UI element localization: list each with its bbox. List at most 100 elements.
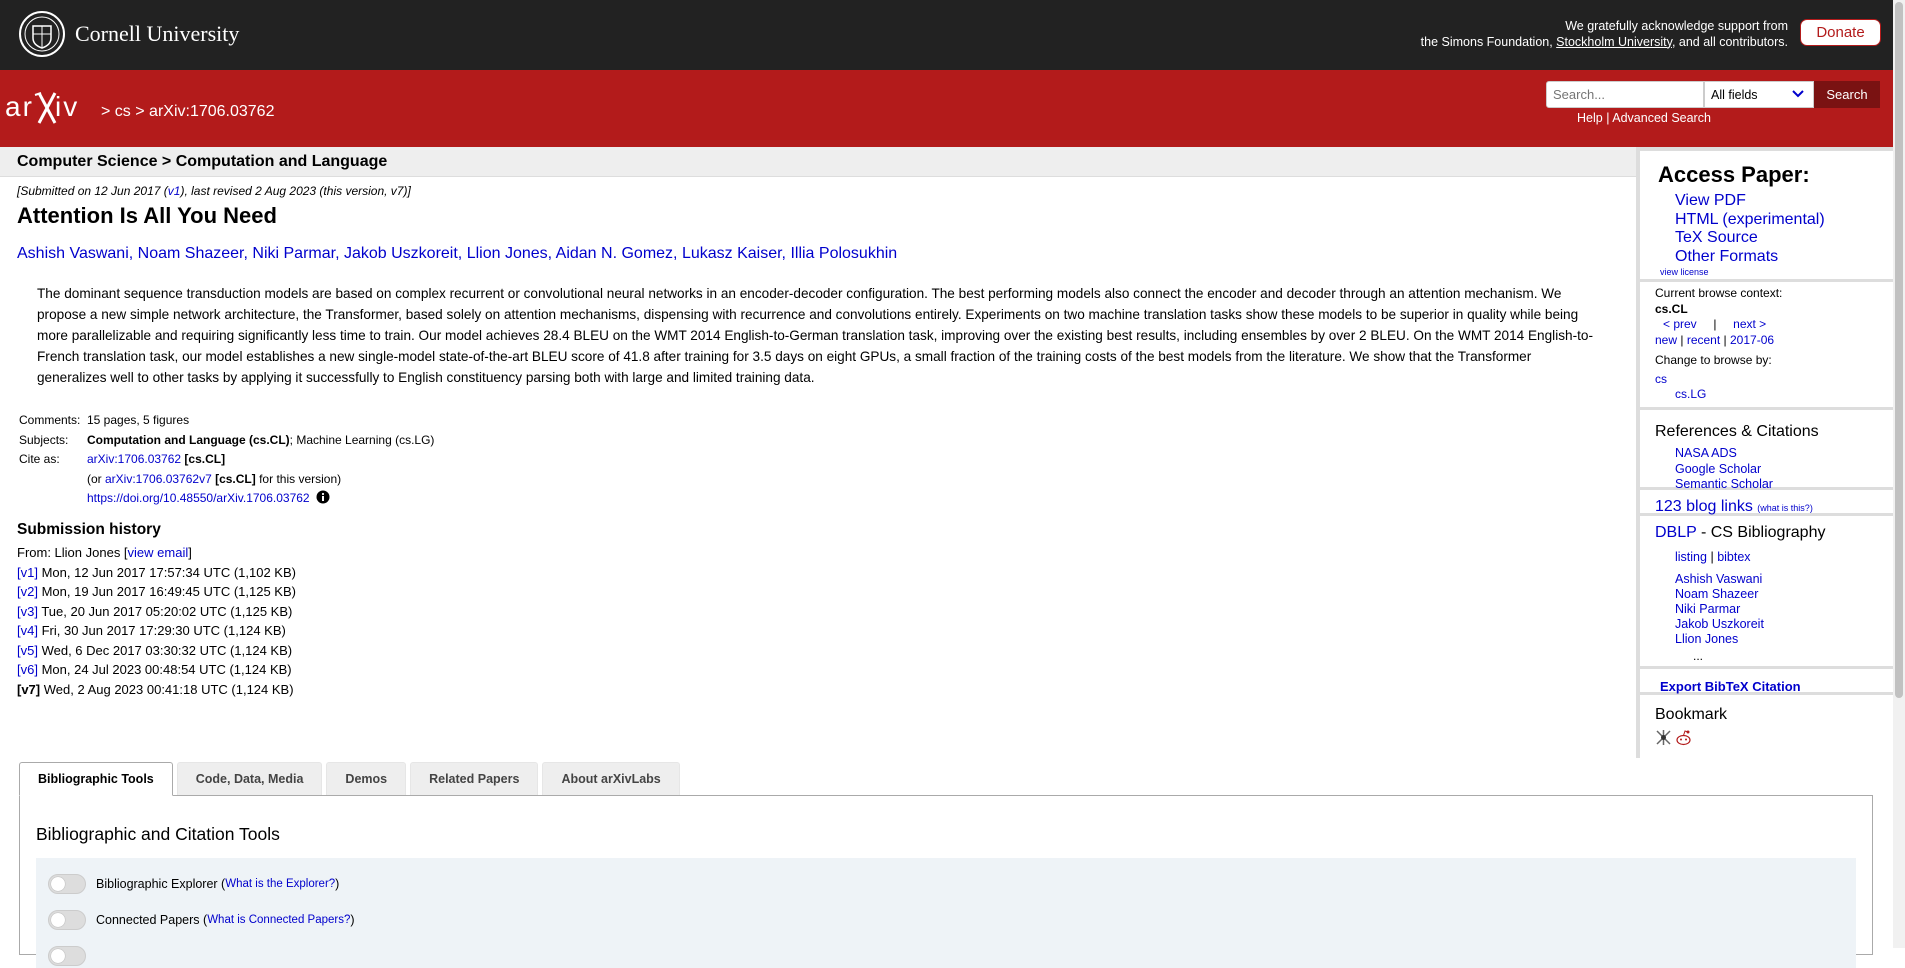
breadcrumb-cs[interactable]: cs <box>115 103 131 120</box>
new-link[interactable]: new <box>1655 333 1677 347</box>
page-scrollbar[interactable] <box>1893 0 1905 948</box>
institution-bar: Cornell University We gratefully acknowl… <box>0 0 1893 70</box>
browse-cs-link[interactable]: cs <box>1655 372 1667 386</box>
meta-subjects: Computation and Language (cs.CL); Machin… <box>87 431 434 451</box>
version-link[interactable]: [v6] <box>17 662 38 677</box>
version-link[interactable]: [v4] <box>17 623 38 638</box>
tab-about-arxivlabs[interactable]: About arXivLabs <box>542 762 680 795</box>
listing-link[interactable]: listing <box>1675 550 1707 564</box>
version-link[interactable]: [v3] <box>17 604 38 619</box>
dblp-author-link[interactable]: Jakob Uszkoreit <box>1675 617 1764 631</box>
version-link[interactable]: [v5] <box>17 643 38 658</box>
tab-related-papers[interactable]: Related Papers <box>410 762 539 795</box>
search-input[interactable] <box>1546 81 1704 108</box>
semantic-scholar-link[interactable]: Semantic Scholar <box>1675 477 1773 491</box>
tool-label-end: ) <box>350 913 355 927</box>
browse-lg-link[interactable]: cs.LG <box>1675 387 1706 401</box>
browse-context-label: Current browse context: <box>1655 286 1783 300</box>
bibsonomy-icon[interactable] <box>1655 729 1672 746</box>
tex-source-link[interactable]: TeX Source <box>1675 229 1758 246</box>
tab-code-data-media[interactable]: Code, Data, Media <box>176 762 323 795</box>
meta-label: Cite as: <box>19 452 60 466</box>
help-link[interactable]: Help <box>1577 111 1603 125</box>
version-link[interactable]: [v2] <box>17 584 38 599</box>
donate-button[interactable]: Donate <box>1800 19 1881 46</box>
labs-tabs: Bibliographic Tools Code, Data, Media De… <box>19 762 684 796</box>
new-recent: new | recent | 2017-06 <box>1655 333 1782 349</box>
export-bibtex-link[interactable]: Export BibTeX Citation <box>1660 679 1801 694</box>
scrollbar-thumb[interactable] <box>1895 2 1903 698</box>
dblp-authors: Ashish Vaswani Noam Shazeer Niki Parmar … <box>1675 572 1764 647</box>
blog-what-link[interactable]: (what is this?) <box>1757 503 1813 513</box>
current-version-label: [v7] <box>17 681 41 697</box>
tab-demos[interactable]: Demos <box>326 762 407 795</box>
google-scholar-link[interactable]: Google Scholar <box>1675 462 1761 476</box>
tool-row-connected-papers: Connected Papers (What is Connected Pape… <box>48 910 355 930</box>
version-date: Wed, 2 Aug 2023 00:41:18 UTC (1,124 KB) <box>40 681 294 697</box>
explorer-toggle[interactable] <box>48 874 86 894</box>
tool-row-partial <box>48 946 96 966</box>
version-date: Fri, 30 Jun 2017 17:29:30 UTC (1,124 KB) <box>37 623 286 638</box>
tab-bibliographic-tools[interactable]: Bibliographic Tools <box>19 762 173 796</box>
cornell-logo[interactable]: Cornell University <box>19 11 239 57</box>
html-link[interactable]: HTML (experimental) <box>1675 211 1825 228</box>
panel-heading: Bibliographic and Citation Tools <box>36 824 280 844</box>
dblp-author-link[interactable]: Ashish Vaswani <box>1675 572 1762 586</box>
access-paper-heading: Access Paper: <box>1658 162 1810 187</box>
meta-comments: 15 pages, 5 figures <box>87 413 190 427</box>
dblp-author-link[interactable]: Noam Shazeer <box>1675 587 1758 601</box>
search-field-select[interactable]: All fields <box>1704 81 1814 108</box>
view-email-link[interactable]: view email <box>128 545 189 560</box>
svg-text:ar: ar <box>5 91 34 122</box>
other-formats-link[interactable]: Other Formats <box>1675 248 1778 265</box>
dblp-author-link[interactable]: Niki Parmar <box>1675 602 1740 616</box>
version-date: Mon, 24 Jul 2023 00:48:54 UTC (1,124 KB) <box>37 662 292 677</box>
dateline-v1-link[interactable]: v1 <box>168 184 181 198</box>
context-value: cs.CL <box>1655 301 1688 316</box>
info-icon[interactable] <box>316 490 330 504</box>
version-link[interactable]: [v1] <box>17 565 38 580</box>
breadcrumb: > cs > arXiv:1706.03762 <box>101 103 274 121</box>
author-link[interactable]: Ashish Vaswani <box>17 245 129 262</box>
prev-link[interactable]: < prev <box>1663 317 1697 331</box>
bookmark-icons <box>1655 729 1692 746</box>
view-license-link[interactable]: view license <box>1660 267 1709 277</box>
connected-papers-help-link[interactable]: What is Connected Papers? <box>207 914 350 926</box>
connected-papers-toggle[interactable] <box>48 910 86 930</box>
dblp-heading: DBLP - CS Bibliography <box>1655 524 1825 542</box>
author-link[interactable]: Niki Parmar <box>252 245 335 262</box>
dblp-author-link[interactable]: Llion Jones <box>1675 632 1738 646</box>
bibtex-link[interactable]: bibtex <box>1717 550 1750 564</box>
author-link[interactable]: Noam Shazeer <box>138 245 244 262</box>
arxiv-logo[interactable]: ar iv <box>5 89 97 127</box>
author-link[interactable]: Lukasz Kaiser <box>682 245 782 262</box>
author-sep: , <box>673 245 682 262</box>
month-link[interactable]: 2017-06 <box>1730 333 1774 347</box>
blog-links[interactable]: 123 blog links <box>1655 498 1753 515</box>
search-form: All fields Search <box>1546 81 1880 108</box>
recent-link[interactable]: recent <box>1687 333 1720 347</box>
browse-context-value: cs.CL <box>1655 302 1782 318</box>
explorer-help-link[interactable]: What is the Explorer? <box>225 878 335 890</box>
cite-version-link[interactable]: arXiv:1706.03762v7 <box>105 472 212 486</box>
author-link[interactable]: Jakob Uszkoreit <box>344 245 458 262</box>
breadcrumb-sep: > <box>101 103 111 120</box>
advanced-search-link[interactable]: Advanced Search <box>1612 111 1711 125</box>
blog-links-row: 123 blog links (what is this?) <box>1655 498 1813 516</box>
stockholm-link[interactable]: Stockholm University <box>1556 35 1672 49</box>
view-pdf-link[interactable]: View PDF <box>1675 192 1746 209</box>
cite-arxiv-link[interactable]: arXiv:1706.03762 <box>87 452 181 466</box>
author-sep: , <box>547 245 556 262</box>
author-link[interactable]: Illia Polosukhin <box>790 245 897 262</box>
help-links: Help | Advanced Search <box>1577 111 1711 125</box>
search-button[interactable]: Search <box>1814 81 1880 108</box>
reddit-icon[interactable] <box>1675 729 1692 746</box>
chevron-down-icon <box>1792 90 1804 98</box>
author-link[interactable]: Aidan N. Gomez <box>556 245 673 262</box>
author-link[interactable]: Llion Jones <box>467 245 548 262</box>
tool-toggle[interactable] <box>48 946 86 966</box>
dblp-link[interactable]: DBLP <box>1655 524 1697 541</box>
doi-link[interactable]: https://doi.org/10.48550/arXiv.1706.0376… <box>87 491 310 505</box>
next-link[interactable]: next > <box>1733 317 1766 331</box>
nasa-ads-link[interactable]: NASA ADS <box>1675 446 1737 460</box>
